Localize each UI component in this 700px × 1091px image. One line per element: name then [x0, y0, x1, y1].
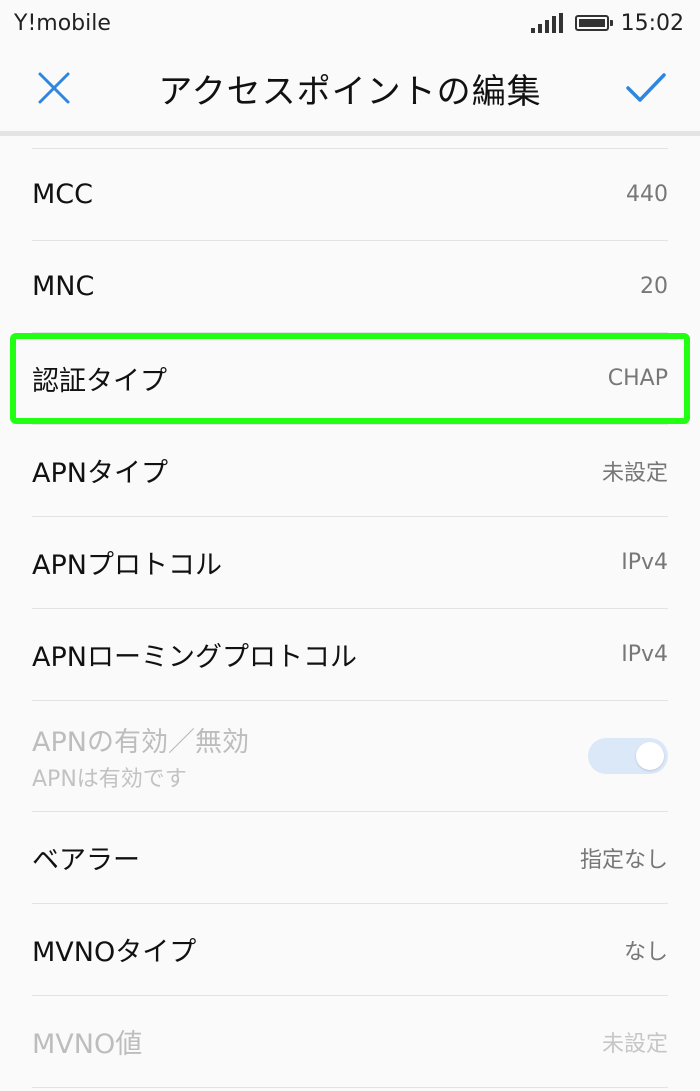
setting-value: 未設定	[601, 460, 668, 486]
app-bar: アクセスポイントの編集	[0, 46, 700, 136]
setting-row-mcc[interactable]: MCC 440	[32, 148, 668, 241]
toggle-knob	[636, 742, 664, 770]
setting-value: 20	[640, 274, 668, 299]
setting-label: APNの有効／無効	[32, 726, 249, 758]
setting-row-apn-roaming-protocol[interactable]: APNローミングプロトコル IPv4	[32, 609, 668, 701]
setting-label: APNタイプ	[32, 458, 168, 489]
page-title: アクセスポイントの編集	[158, 72, 542, 112]
setting-label-stack: APNの有効／無効 APNは有効です	[32, 720, 249, 793]
save-button[interactable]	[622, 64, 670, 112]
setting-label: APNプロトコル	[32, 550, 222, 581]
setting-row-apn-protocol[interactable]: APNプロトコル IPv4	[32, 517, 668, 609]
setting-value: IPv4	[621, 642, 668, 667]
setting-row-mnc[interactable]: MNC 20	[32, 241, 668, 333]
setting-row-apn-type[interactable]: APNタイプ 未設定	[32, 425, 668, 517]
setting-label: MCC	[32, 179, 94, 210]
setting-label: MVNO値	[32, 1029, 143, 1060]
setting-value: 指定なし	[579, 847, 668, 873]
setting-row-bearer[interactable]: ベアラー 指定なし	[32, 812, 668, 904]
setting-label: MVNOタイプ	[32, 937, 197, 968]
check-icon	[626, 73, 666, 102]
setting-label: MNC	[32, 271, 95, 302]
setting-sublabel: APNは有効です	[32, 766, 187, 792]
close-button[interactable]	[30, 64, 78, 112]
battery-icon	[574, 15, 613, 31]
setting-value: なし	[623, 939, 668, 965]
setting-label: ベアラー	[32, 845, 140, 876]
setting-row-mvno-value: MVNO値 未設定	[32, 996, 668, 1088]
setting-row-apn-enable: APNの有効／無効 APNは有効です	[32, 701, 668, 812]
setting-value: IPv4	[621, 550, 668, 575]
apn-enable-toggle	[588, 738, 668, 774]
carrier-name: Y!mobile	[14, 10, 111, 36]
setting-row-auth-type[interactable]: 認証タイプ CHAP	[10, 333, 690, 425]
setting-value: CHAP	[607, 366, 668, 391]
signal-icon	[530, 13, 563, 33]
status-bar: Y!mobile 15:02	[0, 0, 700, 46]
setting-value: 未設定	[601, 1031, 668, 1057]
setting-value: 440	[626, 182, 668, 207]
clock: 15:02	[620, 10, 684, 36]
apn-settings-list: MCC 440 MNC 20 認証タイプ CHAP APNタイプ 未設定 APN…	[0, 148, 700, 1088]
setting-row-mvno-type[interactable]: MVNOタイプ なし	[32, 904, 668, 996]
setting-label: APNローミングプロトコル	[32, 642, 357, 673]
close-icon	[38, 72, 70, 104]
status-icons: 15:02	[530, 10, 684, 36]
setting-label: 認証タイプ	[32, 366, 167, 397]
